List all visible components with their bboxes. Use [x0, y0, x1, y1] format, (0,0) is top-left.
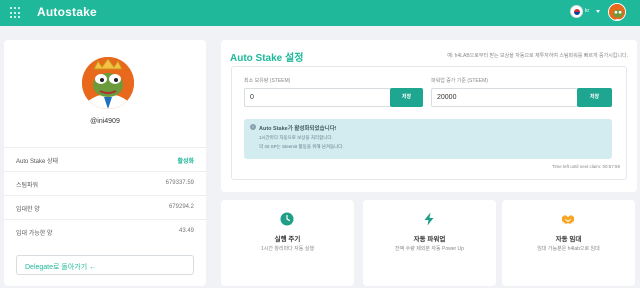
feature-title: 자동 파워업: [413, 236, 446, 243]
stat-label: 임대 가능한 양: [16, 231, 53, 237]
feature-card-delegate: 자동 임대 임대 가능분은 h4lab으로 임대: [502, 200, 635, 286]
feature-desc: 잔액 수량 제외분 자동 Power Up: [395, 246, 464, 252]
min-hold-input[interactable]: 0: [244, 88, 391, 107]
settings-title: Auto Stake 설정: [230, 53, 304, 64]
clock-icon: [280, 212, 294, 226]
user-avatar[interactable]: [608, 3, 626, 21]
next-claim-timer: Time left until next claim: 00:57:59: [551, 164, 620, 169]
autostake-settings-card: Auto Stake 설정 예: h4LAB으로부터 받는 보상을 자동으로 재…: [221, 40, 637, 192]
info-icon: i: [250, 124, 256, 130]
stat-row-autostake-status: Auto Stake 상태 활성화: [4, 147, 206, 171]
feature-card-powerup: 자동 파워업 잔액 수량 제외분 자동 Power Up: [363, 200, 496, 286]
info-title: Auto Stake가 활성화되었습니다!: [259, 126, 337, 132]
stat-row-available: 임대 가능한 양 43.49: [4, 219, 206, 243]
korea-flag-icon[interactable]: [570, 5, 583, 18]
language-selector[interactable]: kr: [585, 8, 589, 14]
threshold-label: 파워업 증가 기준 (STEEM): [431, 78, 488, 84]
feature-desc: 임대 가능분은 h4lab으로 임대: [537, 246, 600, 252]
feature-desc: 1시간 창리마다 자동 실행: [261, 246, 314, 252]
stat-value: 679294.2: [168, 204, 194, 210]
feature-card-schedule: 실행 주기 1시간 창리마다 자동 실행: [221, 200, 354, 286]
profile-card: @ini4909 Auto Stake 상태 활성화 스팀파워 679337.5…: [4, 40, 206, 286]
info-line-1: 1시간마다 자동으로 보상을 처리합니다.: [259, 135, 333, 140]
top-bar: Autostake kr: [0, 0, 640, 26]
handshake-icon: [561, 212, 575, 226]
threshold-input[interactable]: 20000: [431, 88, 578, 107]
app-title: Autostake: [37, 5, 97, 19]
settings-description: 예: h4LAB으로부터 받는 보상을 자동으로 재투자하여 스팀파워를 빠르게…: [447, 53, 628, 59]
status-badge: 활성화: [177, 159, 194, 165]
bolt-icon: [422, 212, 436, 226]
info-line-2: 약 40 SP는 Steemit 활동을 위해 남겨둡니다.: [259, 144, 344, 149]
feature-title: 자동 임대: [555, 236, 582, 243]
min-hold-label: 최소 보유량 (STEEM): [244, 78, 291, 84]
info-alert: i Auto Stake가 활성화되었습니다! 1시간마다 자동으로 보상을 처…: [244, 119, 612, 159]
chevron-down-icon[interactable]: [596, 10, 600, 13]
threshold-save-button[interactable]: 저장: [577, 88, 612, 107]
stat-label: Auto Stake 상태: [16, 159, 59, 165]
profile-username: @ini4909: [90, 118, 120, 125]
settings-panel: 최소 보유량 (STEEM) 0 저장 파워업 증가 기준 (STEEM) 20…: [231, 66, 627, 180]
back-to-delegate-button[interactable]: Delegate로 돌아가기 ←: [16, 255, 194, 275]
stat-label: 임대한 양: [16, 207, 40, 213]
stat-row-steem-power: 스팀파워 679337.59: [4, 171, 206, 195]
feature-title: 실행 주기: [274, 236, 301, 243]
min-hold-save-button[interactable]: 저장: [390, 88, 423, 107]
profile-avatar: [82, 57, 134, 109]
stat-row-delegated: 임대한 양 679294.2: [4, 195, 206, 219]
apps-grid-icon[interactable]: [10, 7, 22, 19]
stat-value: 679337.59: [165, 180, 194, 186]
back-button-label: Delegate로 돌아가기 ←: [25, 264, 97, 271]
stat-label: 스팀파워: [16, 183, 39, 189]
stat-value: 43.49: [178, 228, 194, 234]
